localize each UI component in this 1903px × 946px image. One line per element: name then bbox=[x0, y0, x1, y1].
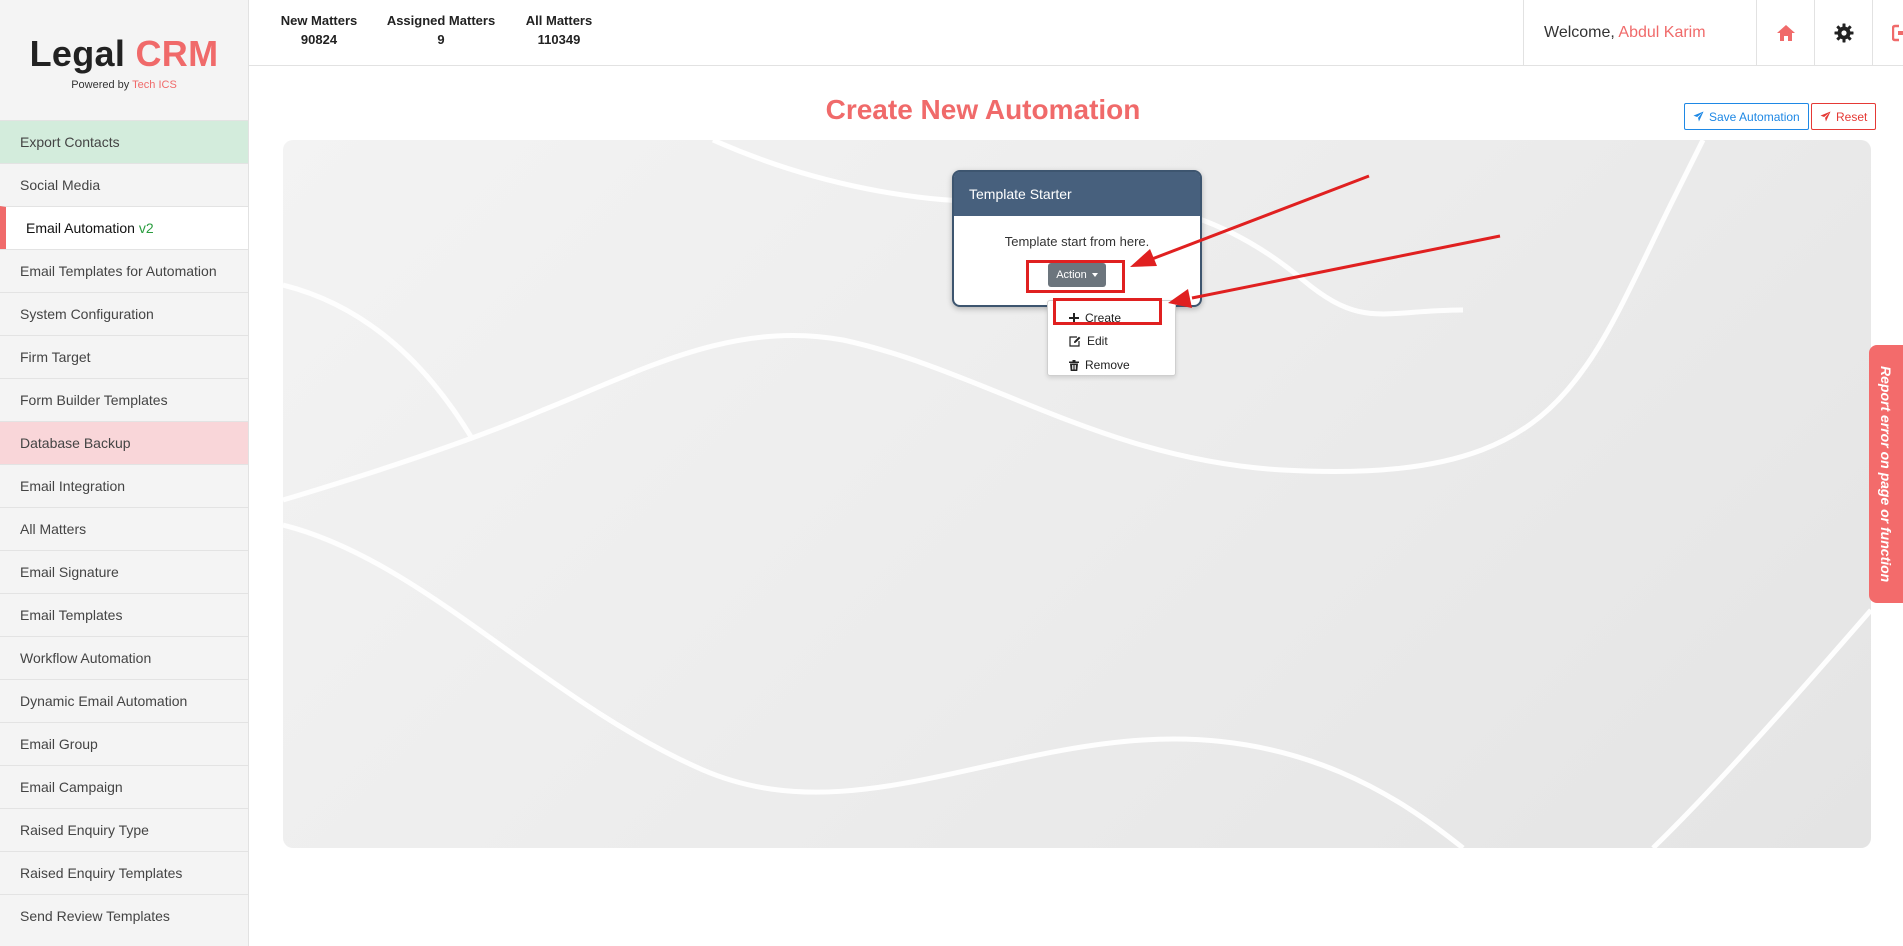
node-title: Template Starter bbox=[954, 172, 1200, 216]
sidebar-item-label: Email Integration bbox=[20, 478, 126, 494]
brand-title-main: Legal bbox=[29, 33, 126, 74]
reset-button[interactable]: Reset bbox=[1811, 103, 1877, 130]
sidebar-item-form-builder-templates[interactable]: Form Builder Templates bbox=[0, 378, 248, 421]
powered-prefix: Powered by bbox=[71, 79, 130, 91]
sidebar-item-firm-target[interactable]: Firm Target bbox=[0, 335, 248, 378]
sidebar-item-send-review-templates[interactable]: Send Review Templates bbox=[0, 894, 248, 937]
action-dropdown-button[interactable]: Action bbox=[1048, 263, 1106, 287]
sidebar-item-email-templates-automation[interactable]: Email Templates for Automation bbox=[0, 249, 248, 292]
sidebar-item-label: Email Templates bbox=[20, 607, 123, 623]
brand-title-accent: CRM bbox=[135, 33, 219, 74]
save-automation-label: Save Automation bbox=[1709, 109, 1800, 124]
sidebar-item-workflow-automation[interactable]: Workflow Automation bbox=[0, 636, 248, 679]
sidebar-item-email-integration[interactable]: Email Integration bbox=[0, 464, 248, 507]
sidebar-item-label: Database Backup bbox=[20, 435, 131, 451]
sidebar-item-export-contacts[interactable]: Export Contacts bbox=[0, 120, 248, 163]
dropdown-item-label: Create bbox=[1085, 311, 1122, 325]
sidebar-item-label: Email Templates for Automation bbox=[20, 263, 217, 279]
sidebar-item-label: Firm Target bbox=[20, 349, 91, 365]
plus-icon bbox=[1069, 313, 1079, 323]
stat-value: 9 bbox=[437, 32, 445, 47]
paper-plane-icon bbox=[1693, 111, 1704, 122]
action-dropdown-menu: Create Edit Remove bbox=[1047, 300, 1176, 376]
paper-plane-icon bbox=[1820, 111, 1831, 122]
top-bar: New Matters 90824 Assigned Matters 9 All… bbox=[249, 0, 1903, 66]
sidebar-item-social-media[interactable]: Social Media bbox=[0, 163, 248, 206]
sidebar-item-label: Workflow Automation bbox=[20, 650, 152, 666]
dropdown-item-edit[interactable]: Edit bbox=[1069, 334, 1108, 348]
home-button[interactable] bbox=[1756, 0, 1814, 66]
stat-assigned-matters[interactable]: Assigned Matters 9 bbox=[385, 13, 497, 47]
home-icon bbox=[1776, 25, 1795, 41]
welcome-prefix: Welcome, bbox=[1544, 24, 1615, 41]
user-name[interactable]: Abdul Karim bbox=[1618, 24, 1705, 41]
report-error-tab[interactable]: Report error on page or function bbox=[1869, 345, 1903, 603]
page-title: Create New Automation bbox=[825, 94, 1141, 125]
sidebar-item-email-signature[interactable]: Email Signature bbox=[0, 550, 248, 593]
app-logo[interactable]: Legal CRM bbox=[30, 33, 219, 75]
sidebar-item-system-configuration[interactable]: System Configuration bbox=[0, 292, 248, 335]
gear-icon bbox=[1834, 23, 1853, 43]
sidebar-item-label: System Configuration bbox=[20, 306, 154, 322]
dropdown-item-remove[interactable]: Remove bbox=[1069, 358, 1130, 372]
sidebar-item-label: Export Contacts bbox=[20, 134, 120, 150]
sidebar-item-dynamic-email-automation[interactable]: Dynamic Email Automation bbox=[0, 679, 248, 722]
caret-down-icon bbox=[1091, 273, 1098, 277]
sidebar-item-email-campaign[interactable]: Email Campaign bbox=[0, 765, 248, 808]
sidebar-item-email-group[interactable]: Email Group bbox=[0, 722, 248, 765]
logout-icon bbox=[1891, 24, 1903, 42]
sidebar-item-label: Social Media bbox=[20, 177, 101, 193]
sidebar: Legal CRM Powered by Tech ICS Export Con… bbox=[0, 0, 249, 946]
sidebar-item-label: Email Signature bbox=[20, 564, 119, 580]
stat-label: New Matters bbox=[280, 13, 358, 28]
dropdown-item-create[interactable]: Create bbox=[1069, 311, 1121, 325]
stat-value: 110349 bbox=[537, 32, 581, 47]
stat-label: All Matters bbox=[525, 13, 593, 28]
welcome-message: Welcome, Abdul Karim bbox=[1523, 0, 1773, 66]
sidebar-item-label: Dynamic Email Automation bbox=[20, 693, 188, 709]
sidebar-item-label: Raised Enquiry Templates bbox=[20, 865, 183, 881]
node-text: Template start from here. bbox=[1004, 234, 1150, 249]
report-error-label: Report error on page or function bbox=[1878, 365, 1894, 583]
sidebar-item-email-automation[interactable]: Email Automation v2 bbox=[0, 206, 248, 249]
trash-icon bbox=[1069, 359, 1079, 371]
sidebar-menu: Export Contacts Social Media Email Autom… bbox=[0, 120, 248, 937]
powered-company: Tech ICS bbox=[132, 79, 177, 91]
brand: Legal CRM Powered by Tech ICS bbox=[0, 0, 248, 120]
sidebar-item-label: Form Builder Templates bbox=[20, 392, 168, 408]
settings-button[interactable] bbox=[1814, 0, 1872, 66]
sidebar-item-label: All Matters bbox=[20, 521, 87, 537]
stat-value: 90824 bbox=[300, 32, 338, 47]
version-badge: v2 bbox=[138, 220, 154, 236]
stat-all-matters[interactable]: All Matters 110349 bbox=[519, 13, 599, 47]
sidebar-item-all-matters[interactable]: All Matters bbox=[0, 507, 248, 550]
sidebar-item-email-templates[interactable]: Email Templates bbox=[0, 593, 248, 636]
sidebar-item-label: Email Campaign bbox=[20, 779, 123, 795]
powered-by: Powered by Tech ICS bbox=[71, 79, 177, 91]
sidebar-item-label: Email Automation bbox=[26, 220, 135, 236]
stat-label: Assigned Matters bbox=[386, 13, 496, 28]
dropdown-item-label: Edit bbox=[1087, 334, 1108, 348]
template-starter-node[interactable]: Template Starter Template start from her… bbox=[952, 170, 1202, 307]
dropdown-item-label: Remove bbox=[1085, 358, 1130, 372]
sidebar-item-label: Email Group bbox=[20, 736, 98, 752]
stat-new-matters[interactable]: New Matters 90824 bbox=[279, 13, 359, 47]
edit-icon bbox=[1069, 335, 1081, 347]
logout-button[interactable] bbox=[1872, 0, 1903, 66]
save-automation-button[interactable]: Save Automation bbox=[1684, 103, 1809, 130]
sidebar-item-label: Raised Enquiry Type bbox=[20, 822, 149, 838]
sidebar-item-label: Send Review Templates bbox=[20, 908, 170, 924]
sidebar-item-raised-enquiry-templates[interactable]: Raised Enquiry Templates bbox=[0, 851, 248, 894]
action-label: Action bbox=[1056, 269, 1087, 281]
reset-label: Reset bbox=[1836, 109, 1868, 124]
sidebar-item-raised-enquiry-type[interactable]: Raised Enquiry Type bbox=[0, 808, 248, 851]
sidebar-item-database-backup[interactable]: Database Backup bbox=[0, 421, 248, 464]
